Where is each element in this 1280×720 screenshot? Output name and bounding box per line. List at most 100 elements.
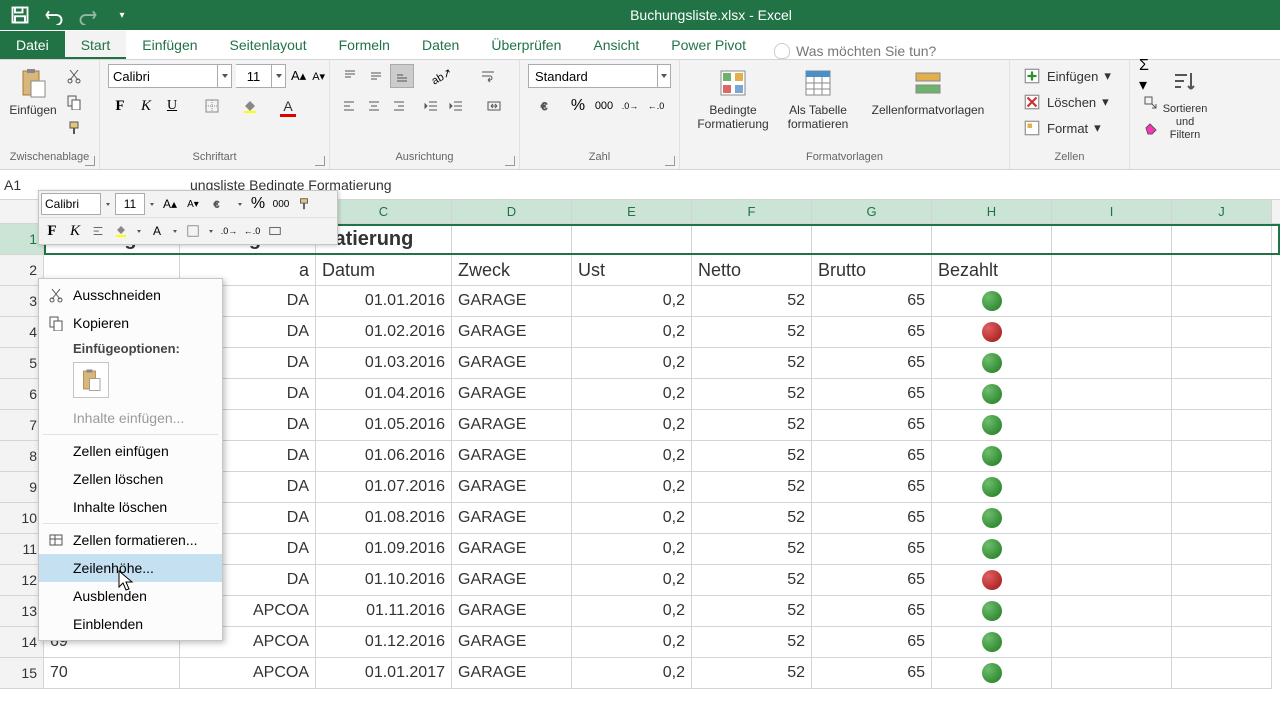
mini-font-size[interactable] [115,193,145,215]
percent-format-button[interactable]: % [566,94,590,118]
decrease-indent-button[interactable] [420,94,443,118]
mini-size-dropdown[interactable] [146,193,158,215]
redo-button[interactable] [78,5,98,25]
qat-customize[interactable]: ▾ [112,5,132,25]
increase-decimal-button[interactable]: .0→ [618,94,642,118]
col-header-g[interactable]: G [812,200,932,223]
col-header-e[interactable]: E [572,200,692,223]
number-launcher[interactable] [665,156,675,166]
ctx-insert-cells[interactable]: Zellen einfügen [39,437,222,465]
conditional-formatting-button[interactable]: Bedingte Formatierung [688,64,778,148]
ctx-paste-default[interactable] [73,362,109,398]
tab-pagelayout[interactable]: Seitenlayout [214,31,323,59]
fill-button[interactable] [1138,90,1162,114]
insert-cells-button[interactable]: Einfügen ▾ [1018,64,1121,88]
undo-button[interactable] [44,5,64,25]
borders-button[interactable] [194,94,230,118]
mini-font-color[interactable]: A [146,220,168,242]
clipboard-launcher[interactable] [85,156,95,166]
align-right-button[interactable] [387,94,410,118]
accounting-format-button[interactable]: € [528,94,564,118]
tab-powerpivot[interactable]: Power Pivot [655,31,762,59]
alignment-launcher[interactable] [505,156,515,166]
mini-align[interactable] [87,220,109,242]
tell-me[interactable]: Was möchten Sie tun? [774,43,936,59]
font-launcher[interactable] [315,156,325,166]
format-painter-button[interactable] [62,116,86,140]
ctx-copy[interactable]: Kopieren [39,309,222,337]
bold-button[interactable]: F [108,94,132,118]
format-as-table-button[interactable]: Als Tabelle formatieren [778,64,858,148]
mini-inc-decimal[interactable]: .0→ [218,220,240,242]
ctx-unhide[interactable]: Einblenden [39,610,222,638]
font-size-dropdown[interactable] [272,64,286,88]
italic-button[interactable]: K [134,94,158,118]
autosum-button[interactable]: Σ ▾ [1138,64,1162,88]
mini-font-name[interactable] [41,193,101,215]
align-center-button[interactable] [363,94,386,118]
mini-format-painter[interactable] [293,193,315,215]
tab-view[interactable]: Ansicht [577,31,655,59]
align-middle-button[interactable] [364,64,388,88]
tab-data[interactable]: Daten [406,31,475,59]
ctx-cut[interactable]: Ausschneiden [39,281,222,309]
comma-format-button[interactable]: 000 [592,94,616,118]
tab-insert[interactable]: Einfügen [126,31,213,59]
mini-borders[interactable] [182,220,204,242]
mini-decrease-font[interactable]: A▾ [182,193,204,215]
col-header-f[interactable]: F [692,200,812,223]
increase-indent-button[interactable] [445,94,468,118]
ctx-delete-cells[interactable]: Zellen löschen [39,465,222,493]
copy-icon [43,313,69,333]
mini-comma[interactable]: 000 [270,193,292,215]
tab-formulas[interactable]: Formeln [323,31,406,59]
number-format-dropdown[interactable] [658,64,671,88]
col-header-i[interactable]: I [1052,200,1172,223]
mini-accounting[interactable]: € [205,193,233,215]
orientation-button[interactable]: ab↗ [424,64,460,88]
mini-merge[interactable] [264,220,286,242]
col-header-d[interactable]: D [452,200,572,223]
status-indicator [982,663,1002,683]
font-size-input[interactable] [236,64,272,88]
mini-bold[interactable]: F [41,220,63,242]
underline-button[interactable]: U [160,94,184,118]
mini-italic[interactable]: K [64,220,86,242]
row-header-15[interactable]: 15 [0,658,44,689]
col-header-j[interactable]: J [1172,200,1272,223]
fill-color-button[interactable] [232,94,268,118]
name-box[interactable]: A1 [0,177,30,193]
tab-file[interactable]: Datei [0,31,65,59]
tab-start[interactable]: Start [65,31,127,59]
mini-percent[interactable]: % [247,193,269,215]
ctx-format-cells[interactable]: Zellen formatieren... [39,526,222,554]
mini-fill-color[interactable] [110,220,132,242]
align-top-button[interactable] [338,64,362,88]
decrease-font-button[interactable]: A▾ [311,64,326,88]
sort-filter-button[interactable]: Sortieren und Filtern [1162,64,1208,148]
cell-styles-button[interactable]: Zellenformatvorlagen [858,64,998,148]
decrease-decimal-button[interactable]: ←.0 [644,94,668,118]
save-button[interactable] [10,5,30,25]
col-header-h[interactable]: H [932,200,1052,223]
align-bottom-button[interactable] [390,64,414,88]
font-name-dropdown[interactable] [218,64,232,88]
font-name-input[interactable] [108,64,218,88]
font-color-button[interactable]: A [270,94,306,118]
mini-font-dropdown[interactable] [102,193,114,215]
align-left-button[interactable] [338,94,361,118]
tab-review[interactable]: Überprüfen [475,31,577,59]
number-format-input[interactable] [528,64,658,88]
increase-font-button[interactable]: A▴ [290,64,307,88]
format-cells-button[interactable]: Format ▾ [1018,116,1121,140]
cut-button[interactable] [62,64,86,88]
paste-button[interactable]: Einfügen [8,64,58,148]
ctx-clear-contents[interactable]: Inhalte löschen [39,493,222,521]
copy-button[interactable] [62,90,86,114]
delete-cells-button[interactable]: Löschen ▾ [1018,90,1121,114]
mini-dec-decimal[interactable]: ←.0 [241,220,263,242]
clear-button[interactable] [1138,116,1162,140]
wrap-text-button[interactable] [470,64,506,88]
mini-increase-font[interactable]: A▴ [159,193,181,215]
merge-center-button[interactable] [477,94,511,118]
